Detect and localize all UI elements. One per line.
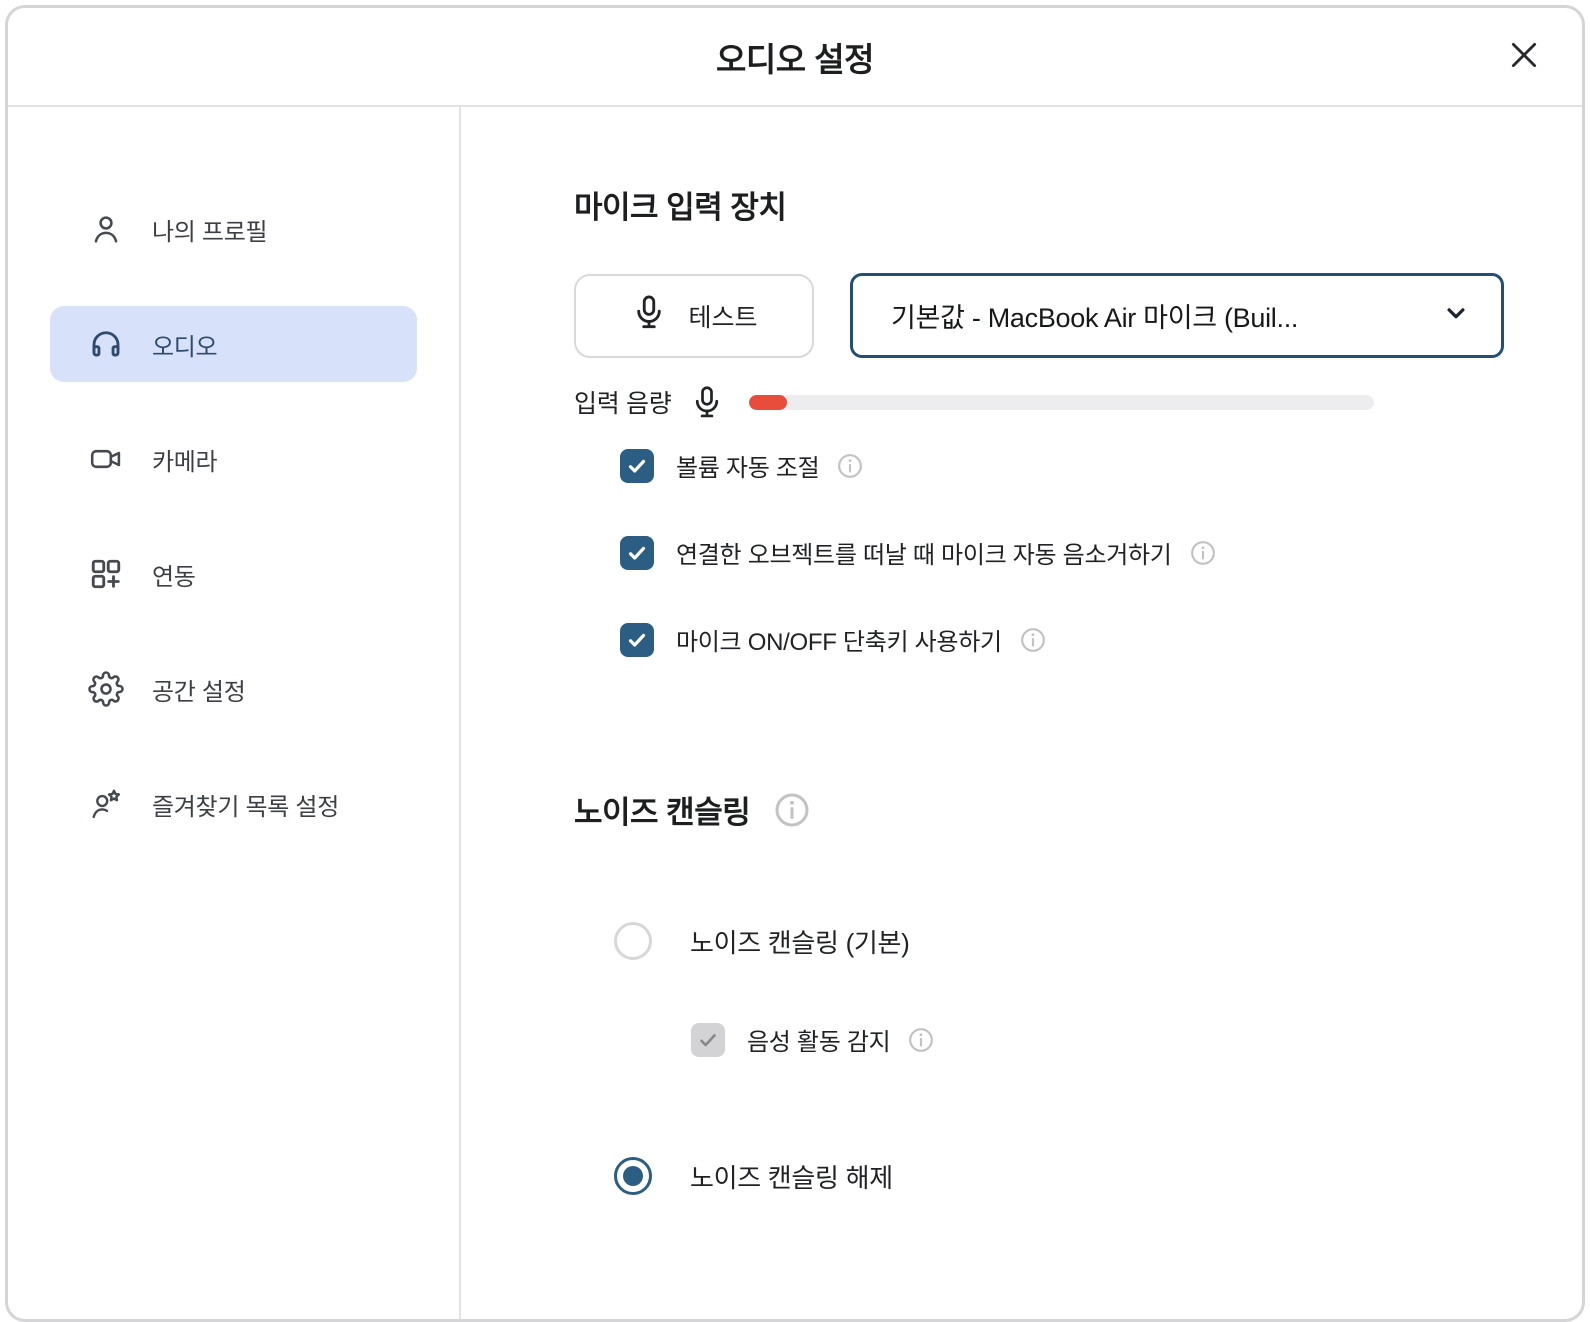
sidebar-item-label: 오디오 (152, 333, 218, 361)
person-icon (88, 211, 124, 247)
sidebar-item-my-profile[interactable]: 나의 프로필 (50, 191, 417, 267)
dialog-titlebar: 오디오 설정 (8, 8, 1582, 107)
checkbox-checked-icon[interactable] (620, 622, 654, 657)
sidebar-item-space-settings[interactable]: 공간 설정 (50, 651, 417, 727)
mic-test-button[interactable]: 테스트 (574, 273, 814, 358)
sidebar-item-label: 연동 (152, 563, 196, 591)
noise-section-heading-text: 노이즈 캔슬링 (574, 795, 751, 830)
sidebar-item-audio[interactable]: 오디오 (50, 306, 417, 382)
checkbox-disabled-checked-icon (691, 1022, 725, 1057)
close-icon (1507, 38, 1541, 75)
sidebar-item-label: 나의 프로필 (152, 218, 268, 246)
mic-shortcut-checkbox-row[interactable]: 마이크 ON/OFF 단축키 사용하기 (620, 622, 1582, 657)
input-volume-meter (749, 394, 1375, 410)
mic-device-select[interactable]: 기본값 - MacBook Air 마이크 (Buil... (850, 273, 1504, 358)
checkbox-label: 볼륨 자동 조절 (676, 455, 820, 482)
info-icon[interactable] (837, 453, 863, 479)
sidebar-item-integration[interactable]: 연동 (50, 536, 417, 612)
camera-icon (88, 441, 124, 477)
sidebar-item-label: 즐겨찾기 목록 설정 (152, 793, 339, 821)
noise-cancelling-off-radio-row[interactable]: 노이즈 캔슬링 해제 (614, 1157, 1582, 1195)
voice-activity-checkbox-row: 음성 활동 감지 (691, 1022, 1582, 1057)
checkbox-label: 연결한 오브젝트를 떠날 때 마이크 자동 음소거하기 (676, 542, 1172, 569)
checkbox-checked-icon[interactable] (620, 448, 654, 483)
dialog-body: 나의 프로필 오디오 카메라 연동 공간 설정 즐겨찾기 목록 설정 마이크 입… (8, 107, 1582, 1319)
info-icon[interactable] (1020, 627, 1046, 653)
info-icon[interactable] (774, 792, 810, 828)
radio-unselected-icon[interactable] (614, 922, 652, 960)
noise-cancelling-section: 노이즈 캔슬링 노이즈 캔슬링 (기본) 음성 활동 감지 노이즈 캔슬링 해제 (574, 787, 1582, 1195)
sidebar-item-camera[interactable]: 카메라 (50, 421, 417, 497)
input-volume-label: 입력 음량 (574, 390, 672, 418)
mic-test-button-label: 테스트 (688, 303, 758, 332)
noise-cancelling-default-radio-row[interactable]: 노이즈 캔슬링 (기본) (614, 922, 1582, 960)
info-icon[interactable] (1190, 540, 1216, 566)
close-button[interactable] (1500, 32, 1548, 80)
settings-sidebar: 나의 프로필 오디오 카메라 연동 공간 설정 즐겨찾기 목록 설정 (8, 107, 461, 1319)
input-volume-row: 입력 음량 (574, 384, 1582, 420)
auto-mute-checkbox-row[interactable]: 연결한 오브젝트를 떠날 때 마이크 자동 음소거하기 (620, 535, 1582, 570)
checkbox-checked-icon[interactable] (620, 535, 654, 570)
checkbox-label: 음성 활동 감지 (747, 1029, 891, 1056)
person-star-icon (88, 786, 124, 822)
checkbox-label: 마이크 ON/OFF 단축키 사용하기 (676, 629, 1002, 656)
apps-add-icon (88, 556, 124, 592)
gear-icon (88, 671, 124, 707)
radio-label: 노이즈 캔슬링 해제 (690, 1162, 893, 1193)
mic-device-select-value: 기본값 - MacBook Air 마이크 (Buil... (891, 303, 1299, 333)
microphone-icon (630, 293, 668, 338)
info-icon[interactable] (908, 1027, 934, 1053)
auto-volume-checkbox-row[interactable]: 볼륨 자동 조절 (620, 448, 1582, 483)
noise-section-heading: 노이즈 캔슬링 (574, 787, 1582, 832)
sidebar-item-favorites[interactable]: 즐겨찾기 목록 설정 (50, 766, 417, 842)
screen: 오디오 설정 나의 프로필 오디오 카메라 연동 공간 설정 즐겨찾기 목록 설… (0, 0, 1590, 1322)
mic-section-heading: 마이크 입력 장치 (574, 182, 1582, 227)
radio-label: 노이즈 캔슬링 (기본) (690, 927, 910, 958)
chevron-down-icon (1441, 298, 1471, 333)
headphones-icon (88, 326, 124, 362)
audio-settings-dialog: 오디오 설정 나의 프로필 오디오 카메라 연동 공간 설정 즐겨찾기 목록 설… (5, 5, 1585, 1322)
sidebar-item-label: 카메라 (152, 448, 218, 476)
microphone-icon (689, 384, 725, 420)
dialog-title: 오디오 설정 (716, 40, 874, 78)
input-volume-fill (749, 394, 787, 410)
settings-content: 마이크 입력 장치 테스트 기본값 - MacBook Air 마이크 (Bui… (461, 107, 1582, 1319)
mic-section-heading-text: 마이크 입력 장치 (574, 190, 787, 225)
device-row: 테스트 기본값 - MacBook Air 마이크 (Buil... (574, 273, 1582, 358)
radio-selected-icon[interactable] (614, 1157, 652, 1195)
sidebar-item-label: 공간 설정 (152, 678, 246, 706)
mic-options-group: 볼륨 자동 조절 연결한 오브젝트를 떠날 때 마이크 자동 음소거하기 마이크… (620, 448, 1582, 657)
